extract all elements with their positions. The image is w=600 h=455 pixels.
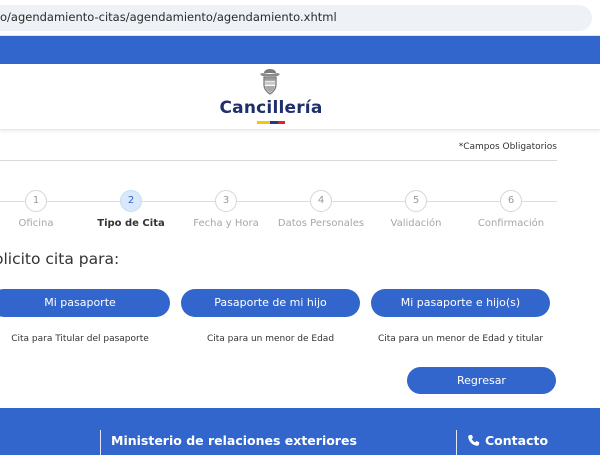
phone-icon	[468, 434, 480, 446]
step-label: Oficina	[18, 218, 54, 229]
site-header: Cancillería	[0, 64, 600, 130]
step-number: 1	[25, 190, 47, 212]
option-description: Cita para un menor de Edad	[206, 334, 335, 344]
required-fields-note: *Campos Obligatorios	[458, 142, 557, 152]
back-button[interactable]: Regresar	[407, 367, 556, 394]
progress-stepper: 1 Oficina 2 Tipo de Cita 3 Fecha y Hora …	[0, 190, 600, 235]
flag-stripe	[257, 121, 285, 124]
step-2: 2 Tipo de Cita	[81, 190, 181, 229]
step-label: Tipo de Cita	[97, 218, 165, 229]
ministry-name: Ministerio de relaciones exteriores	[111, 433, 357, 448]
step-label: Datos Personales	[277, 218, 365, 229]
url-text[interactable]: o/agendamiento-citas/agendamiento/agenda…	[0, 10, 337, 24]
footer-divider	[100, 430, 101, 455]
appointment-question: olicito cita para:	[0, 250, 120, 268]
step-1: 1 Oficina	[0, 190, 86, 229]
brand-name: Cancillería	[219, 98, 323, 118]
option-description: Cita para Titular del pasaporte	[11, 334, 149, 344]
site-footer: Ministerio de relaciones exteriores Cont…	[0, 408, 600, 455]
step-label: Validación	[390, 218, 442, 229]
step-number: 3	[215, 190, 237, 212]
step-3: 3 Fecha y Hora	[176, 190, 276, 229]
contact-link[interactable]: Contacto	[467, 433, 548, 448]
step-6: 6 Confirmación	[461, 190, 561, 229]
step-4: 4 Datos Personales	[271, 190, 371, 229]
my-passport-button[interactable]: Mi pasaporte	[0, 289, 170, 317]
footer-divider	[456, 430, 457, 455]
step-label: Confirmación	[477, 218, 545, 229]
step-5: 5 Validación	[366, 190, 466, 229]
option-description: Cita para un menor de Edad y titular	[377, 334, 544, 344]
passport-and-children-button[interactable]: Mi pasaporte e hijo(s)	[371, 289, 550, 317]
step-label: Fecha y Hora	[193, 218, 259, 229]
child-passport-button[interactable]: Pasaporte de mi hijo	[181, 289, 360, 317]
step-number: 6	[500, 190, 522, 212]
divider	[0, 160, 557, 161]
browser-address-bar: o/agendamiento-citas/agendamiento/agenda…	[0, 0, 600, 36]
step-number: 4	[310, 190, 332, 212]
contact-label: Contacto	[485, 433, 549, 448]
step-number: 2	[120, 190, 142, 212]
coat-of-arms-icon	[260, 69, 280, 95]
gov-top-bar	[0, 36, 600, 64]
step-number: 5	[405, 190, 427, 212]
